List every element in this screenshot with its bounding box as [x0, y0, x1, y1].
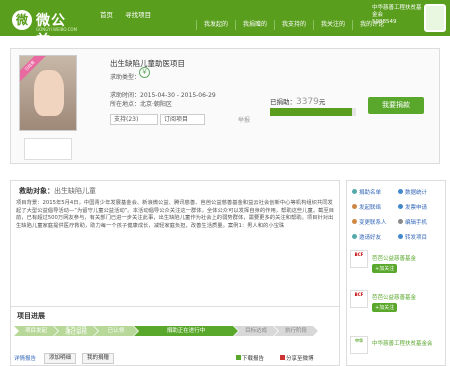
sidebar-link[interactable]: 捐助名单: [352, 188, 381, 196]
nav-find-link[interactable]: 寻找项目: [125, 11, 151, 19]
invite-icon: [352, 234, 357, 239]
progress-bar-fill: [270, 108, 352, 116]
logo-subtitle: GONGYI.WEIBO.COM: [36, 27, 78, 32]
phone-icon: [398, 219, 403, 224]
tab-mine[interactable]: 我的捐赠: [82, 353, 115, 364]
type-label: 求助类型：: [110, 74, 141, 81]
user-info: 中华慈善工程扶贫基金会 5988549: [372, 5, 422, 26]
raised-amount: 已捐助：3379元: [270, 96, 325, 107]
donor-logo[interactable]: 中华: [350, 336, 368, 354]
follow-button[interactable]: +加关注: [372, 303, 398, 312]
yuan-icon: ¥: [139, 67, 150, 78]
report-link[interactable]: 举报: [238, 115, 250, 124]
period-row: 求助时间：2015-04-30 - 2015-06-29: [110, 90, 216, 99]
logo-icon: 微: [12, 10, 32, 30]
contact-icon: [352, 204, 357, 209]
sidebar-link[interactable]: 发票申请: [398, 203, 427, 211]
menu-item[interactable]: 我发起的: [196, 20, 235, 30]
weibo-icon: [280, 355, 285, 360]
download-icon: [236, 355, 241, 360]
primary-nav: 首页 寻找项目: [100, 9, 161, 19]
region-row: 所在地点：北京·朝阳区: [110, 99, 172, 108]
menu-item[interactable]: 我关注的: [313, 20, 352, 30]
period-value: 2015-04-30 - 2015-06-29: [140, 92, 216, 99]
progress-step: 已认领: [94, 326, 138, 336]
donor-logo[interactable]: BCF: [350, 290, 368, 308]
subscribe-button[interactable]: 订阅项目: [160, 114, 205, 125]
project-description: 项目背景：2015年5月4日，中国青少年发展基金会、新浪微公益、腾讯慈善、芭芭公…: [16, 200, 335, 230]
user-count: 5988549: [372, 19, 397, 25]
region-label: 所在地点：: [110, 101, 141, 108]
photo-subject: [34, 70, 64, 116]
raised-value: 3379: [296, 97, 319, 107]
download-report[interactable]: 下载报告: [236, 354, 264, 362]
sidebar-link[interactable]: 数据统计: [398, 188, 427, 196]
progress-title: 项目进展: [17, 312, 45, 320]
nav-home-link[interactable]: 首页: [100, 11, 113, 19]
list-icon: [352, 189, 357, 194]
progress-step: 执行阶段: [274, 326, 318, 336]
sidebar-link[interactable]: 发起联络: [352, 203, 381, 211]
region-value: 北京·朝阳区: [140, 101, 172, 108]
beneficiary-value: 出生缺陷儿童: [54, 187, 96, 195]
sidebar-link[interactable]: 编辑手机: [398, 218, 427, 226]
share-icon: [398, 234, 403, 239]
tab-add[interactable]: 添加明细: [44, 353, 77, 364]
user-menu: 我发起的 我捐赠的 我支持的 我关注的 我的评论: [196, 20, 391, 33]
raised-label: 已捐助：: [270, 98, 296, 106]
donor-logo[interactable]: BCF: [350, 250, 368, 268]
sidebar-link[interactable]: 邀请好友: [352, 233, 381, 241]
follow-button[interactable]: +加关注: [372, 264, 398, 273]
menu-item[interactable]: 我支持的: [274, 20, 313, 30]
user-name[interactable]: 中华慈善工程扶贫基金会: [372, 5, 422, 19]
avatar[interactable]: [424, 4, 446, 32]
share-weibo[interactable]: 分享至微博: [280, 354, 314, 362]
period-label: 求助时间：: [110, 92, 141, 99]
tab-report[interactable]: 详情报告: [14, 354, 36, 362]
user-icon: [352, 219, 357, 224]
sidebar-link[interactable]: 转发项目: [398, 233, 427, 241]
site-logo[interactable]: 微 微公益 GONGYI.WEIBO.COM: [6, 4, 77, 49]
sidebar-link[interactable]: 变更联系人: [352, 218, 387, 226]
donor-name[interactable]: 芭芭公益慈善基金: [372, 293, 416, 301]
menu-item[interactable]: 我捐赠的: [235, 20, 274, 30]
donate-button[interactable]: 我要捐款: [368, 97, 424, 114]
progress-step-current: 捐助正在进行中: [134, 326, 238, 336]
donor-name[interactable]: 芭芭公益慈善基金: [372, 254, 416, 262]
chart-icon: [398, 189, 403, 194]
support-button[interactable]: 支持(23): [110, 114, 158, 125]
progress-step: 证实为真 通过审核: [54, 326, 98, 336]
photo-thumbnails[interactable]: [24, 138, 72, 160]
progress-step: 项目发起: [14, 326, 58, 336]
raised-unit: 元: [318, 98, 326, 106]
invoice-icon: [398, 204, 403, 209]
beneficiary-label: 救助对象：: [19, 187, 54, 195]
beneficiary-heading: 救助对象：出生缺陷儿童: [19, 186, 96, 196]
project-photo: 已结束: [19, 55, 77, 131]
donor-name[interactable]: 中华慈善工程扶贫基金会: [372, 339, 440, 347]
progress-step: 目标达成: [234, 326, 278, 336]
